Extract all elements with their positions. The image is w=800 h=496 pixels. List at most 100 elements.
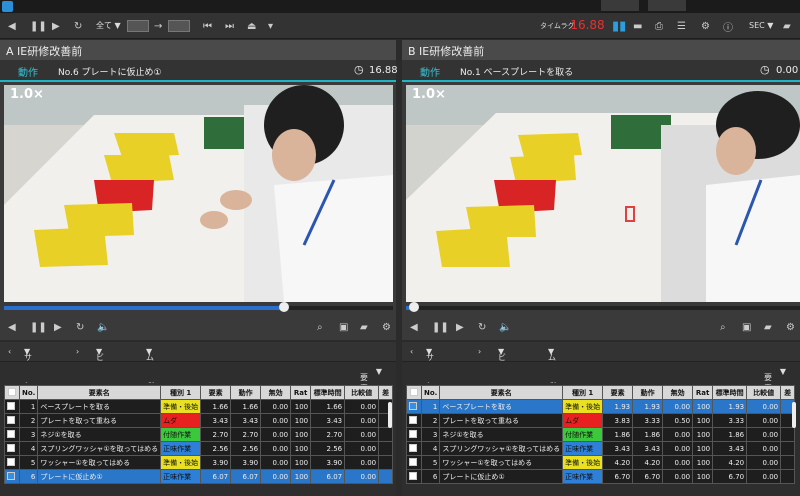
col-header[interactable]: 差 [378, 385, 394, 400]
col-header[interactable]: 要素 [602, 385, 634, 400]
speed-select[interactable]: 全て ▼ [96, 20, 121, 31]
row-checkbox[interactable] [409, 443, 417, 452]
list-select[interactable]: 要素一覧 ▼ [360, 367, 382, 415]
col-header[interactable]: Rat [290, 385, 312, 400]
checkbox-cell[interactable] [406, 455, 422, 470]
row-checkbox[interactable] [7, 443, 15, 452]
folder-icon[interactable]: ▰ [360, 316, 368, 338]
repeat-icon[interactable]: ↻ [76, 316, 84, 338]
checkbox-cell[interactable] [406, 399, 422, 414]
checkbox-cell[interactable] [406, 413, 422, 428]
row-checkbox[interactable] [409, 471, 417, 480]
checkbox-cell[interactable] [4, 441, 20, 456]
row-checkbox[interactable] [409, 429, 417, 438]
split-horizontal-icon[interactable]: ▬ [633, 13, 642, 39]
table-row[interactable]: 5 ワッシャー①を取ってはめる 準備・後始 4.20 4.20 0.00 100 4.20 0.… [406, 455, 796, 470]
view-select[interactable]: ビュー1 ▼ [96, 347, 104, 394]
print-icon[interactable]: ⎙ [655, 13, 663, 39]
video-view[interactable]: 1.0× [4, 85, 393, 302]
mode-select[interactable]: ムダ取り前再生 ▼ [146, 347, 154, 428]
prev-cycle-icon[interactable]: ‹ [410, 347, 413, 356]
prev-frame-icon[interactable]: ◀ [8, 316, 16, 338]
col-header[interactable]: No. [18, 385, 39, 400]
seek-bar[interactable] [4, 302, 393, 312]
row-checkbox[interactable] [7, 401, 15, 410]
checkbox-cell[interactable] [406, 441, 422, 456]
table-row[interactable]: 4 スプリングワッシャ①を取ってはめる 正味作業 2.56 2.56 0.00 100 2.5… [4, 441, 394, 456]
prev-icon[interactable]: ◀ [8, 13, 16, 39]
seek-handle[interactable] [279, 302, 290, 312]
checkbox-cell[interactable] [406, 469, 422, 484]
zoom-icon[interactable]: ⌕ [720, 316, 726, 338]
table-scrollbar[interactable] [388, 402, 392, 428]
col-header[interactable]: 無効 [662, 385, 694, 400]
frame-input-2[interactable] [168, 20, 190, 32]
tab-motion[interactable]: 動作 [18, 64, 38, 79]
play-icon[interactable]: ▶ [456, 316, 464, 338]
split-vertical-icon[interactable]: ▮▮ [612, 13, 626, 39]
select-all-cell[interactable] [406, 385, 422, 400]
select-all-checkbox[interactable] [410, 387, 418, 396]
gear-icon[interactable]: ⚙ [701, 13, 710, 39]
pause-icon[interactable]: ❚❚ [30, 316, 47, 338]
zoom-icon[interactable]: ⌕ [317, 316, 323, 338]
table-row[interactable]: 1 ベースプレートを取る 準備・後始 1.66 1.66 0.00 100 1.66 0.00 [4, 399, 394, 414]
col-header[interactable]: 標準時間 [310, 385, 346, 400]
row-checkbox[interactable] [7, 471, 15, 480]
col-header[interactable]: 差 [780, 385, 796, 400]
view-select[interactable]: ビュー1 ▼ [498, 347, 506, 394]
gear-icon[interactable]: ⚙ [786, 316, 795, 338]
info-icon[interactable]: ⓘ [723, 13, 733, 39]
col-header[interactable]: Rat [692, 385, 714, 400]
checkbox-cell[interactable] [406, 427, 422, 442]
table-scrollbar[interactable] [792, 402, 796, 428]
unit-select[interactable]: SEC ▼ [749, 21, 773, 30]
table-row[interactable]: 1 ベースプレートを取る 準備・後始 1.93 1.93 0.00 100 1.93 0.00 [406, 399, 796, 414]
table-row[interactable]: 3 ネジ①を取る 付随作業 2.70 2.70 0.00 100 2.70 0.00 [4, 427, 394, 442]
next-cycle-icon[interactable]: › [76, 347, 79, 356]
volume-icon[interactable]: 🔈 [97, 316, 109, 338]
video-view[interactable]: 1.0× [406, 85, 800, 302]
repeat-icon[interactable]: ↻ [74, 13, 82, 39]
col-header[interactable]: 比較値 [344, 385, 380, 400]
col-header[interactable]: 要素名 [37, 385, 162, 400]
frame-input[interactable] [127, 20, 149, 32]
table-row[interactable]: 4 スプリングワッシャ①を取ってはめる 正味作業 3.43 3.43 0.00 100 3.4… [406, 441, 796, 456]
list-select[interactable]: 要素一覧 ▼ [764, 367, 786, 415]
cycle-select[interactable]: サイクル3 ▼ [24, 347, 32, 405]
repeat-icon[interactable]: ↻ [478, 316, 486, 338]
col-header[interactable]: 要素 [200, 385, 232, 400]
menu-icon[interactable]: ☰ [677, 13, 686, 39]
folder-icon[interactable]: ▰ [764, 316, 772, 338]
skip-end-icon[interactable]: ⏭ [225, 13, 234, 39]
row-checkbox[interactable] [7, 429, 15, 438]
seek-handle[interactable] [408, 302, 419, 312]
select-all-checkbox[interactable] [8, 387, 16, 396]
col-header[interactable]: No. [420, 385, 441, 400]
row-checkbox[interactable] [409, 457, 417, 466]
col-header[interactable]: 比較値 [746, 385, 782, 400]
checkbox-cell[interactable] [4, 413, 20, 428]
col-header[interactable]: 要素名 [439, 385, 564, 400]
folder-icon[interactable]: ▰ [783, 13, 791, 39]
col-header[interactable]: 標準時間 [712, 385, 748, 400]
volume-icon[interactable]: 🔈 [499, 316, 511, 338]
checkbox-cell[interactable] [4, 427, 20, 442]
table-row[interactable]: 5 ワッシャー①を取ってはめる 準備・後始 3.90 3.90 0.00 100 3.90 0.… [4, 455, 394, 470]
row-checkbox[interactable] [7, 415, 15, 424]
checkbox-cell[interactable] [4, 469, 20, 484]
tab-motion[interactable]: 動作 [420, 64, 440, 79]
col-header[interactable]: 動作 [230, 385, 262, 400]
window-button[interactable] [648, 0, 686, 11]
image-icon[interactable]: ▣ [339, 316, 348, 338]
eject-icon[interactable]: ⏏ [247, 13, 256, 39]
table-row[interactable]: 2 プレートを取って重ねる ムダ 3.83 3.33 0.50 100 3.33 0.00 [406, 413, 796, 428]
checkbox-cell[interactable] [4, 455, 20, 470]
pause-icon[interactable]: ❚❚ [432, 316, 449, 338]
table-row[interactable]: 6 プレートに仮止め① 正味作業 6.07 6.07 0.00 100 6.07 0.00 [4, 469, 394, 484]
table-row[interactable]: 2 プレートを取って重ねる ムダ 3.43 3.43 0.00 100 3.43 0.00 [4, 413, 394, 428]
prev-cycle-icon[interactable]: ‹ [8, 347, 11, 356]
col-header[interactable]: 動作 [632, 385, 664, 400]
col-header[interactable]: 無効 [260, 385, 292, 400]
checkbox-cell[interactable] [4, 399, 20, 414]
